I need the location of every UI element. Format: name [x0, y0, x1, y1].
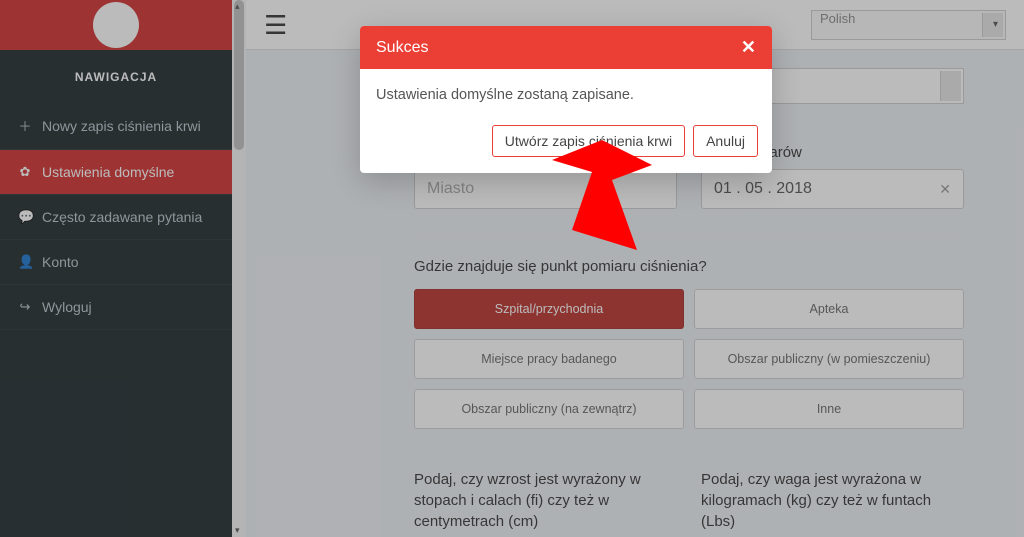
modal-title: Sukces — [376, 39, 428, 57]
success-modal: Sukces ✕ Ustawienia domyślne zostaną zap… — [360, 26, 772, 173]
create-record-button[interactable]: Utwórz zapis ciśnienia krwi — [492, 125, 685, 157]
modal-header: Sukces ✕ — [360, 26, 772, 69]
cancel-button[interactable]: Anuluj — [693, 125, 758, 157]
modal-footer: Utwórz zapis ciśnienia krwi Anuluj — [360, 115, 772, 173]
modal-message: Ustawienia domyślne zostaną zapisane. — [360, 69, 772, 115]
close-icon[interactable]: ✕ — [741, 37, 756, 58]
